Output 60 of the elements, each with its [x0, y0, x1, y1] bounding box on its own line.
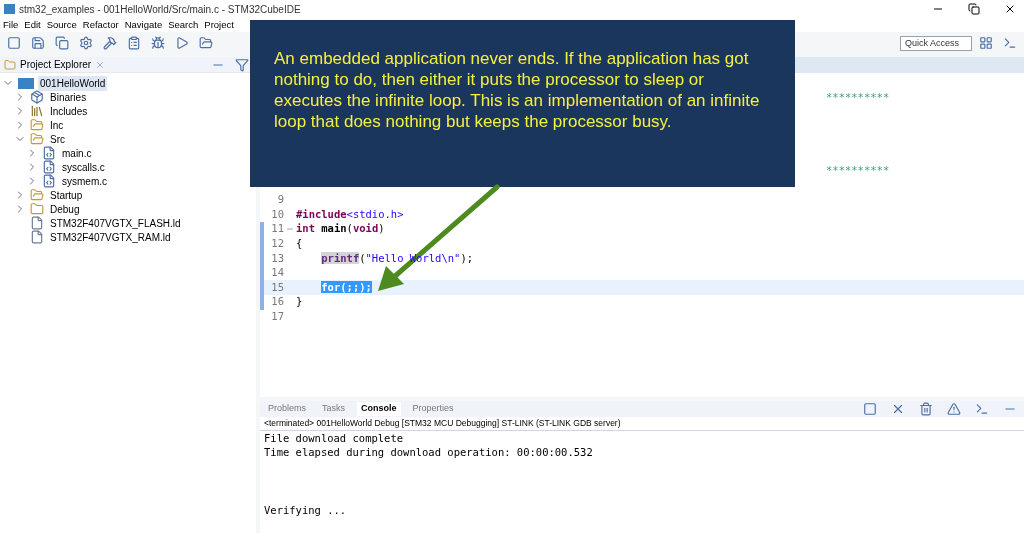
- quick-access-field[interactable]: Quick Access: [900, 35, 972, 51]
- code-line: }: [296, 294, 303, 310]
- line-number: 12: [270, 235, 285, 251]
- c-file-icon: [42, 174, 56, 188]
- menu-item[interactable]: Project: [201, 17, 237, 33]
- menu-item[interactable]: Search: [165, 17, 202, 33]
- tree-item[interactable]: syscalls.c: [60, 159, 107, 175]
- code-comment: **********: [826, 163, 890, 178]
- tree-item[interactable]: STM32F407VGTX_FLASH.ld: [48, 215, 183, 231]
- window-title: stm32_examples - 001HelloWorld/Src/main.c - STM32CubeIDE: [19, 2, 301, 17]
- tree-item[interactable]: Inc: [48, 117, 66, 133]
- line-number: 15: [270, 279, 285, 295]
- view-tab[interactable]: Tasks: [318, 402, 350, 416]
- line-number: 16: [270, 294, 285, 310]
- console-header: <terminated> 001HelloWorld Debug [STM32 MCU Debugging] ST-LINK (ST-LINK GDB server): [260, 417, 1024, 431]
- app-icon: [4, 4, 15, 14]
- menu-item[interactable]: File: [0, 17, 22, 33]
- console-line: File download complete: [264, 430, 405, 446]
- c-file-icon: [42, 146, 56, 160]
- code-line: int main(void): [296, 221, 385, 237]
- folder-icon: [4, 58, 16, 71]
- file-icon: [30, 230, 44, 244]
- view-tab[interactable]: Console: [357, 402, 401, 416]
- tree-item[interactable]: Debug: [48, 201, 82, 217]
- menu-item[interactable]: Refactor: [79, 17, 122, 33]
- menu-item[interactable]: Source: [43, 17, 80, 33]
- tree-item[interactable]: STM32F407VGTX_RAM.ld: [48, 229, 173, 245]
- file-icon: [30, 216, 44, 230]
- folder-icon: [30, 188, 44, 202]
- console-line: Time elapsed during download operation: 00:00:00.532: [264, 445, 594, 460]
- view-tab[interactable]: Properties: [408, 402, 458, 416]
- line-number: 17: [270, 308, 285, 324]
- c-file-icon: [42, 160, 56, 174]
- line-number: 13: [270, 250, 285, 266]
- line-number: 11: [270, 221, 285, 237]
- tree-item[interactable]: 001HelloWorld: [38, 75, 108, 91]
- tree-item[interactable]: Binaries: [48, 89, 89, 105]
- folder-icon: [30, 132, 44, 146]
- console-line: Verifying ...: [264, 502, 348, 518]
- tree-item[interactable]: main.c: [60, 145, 94, 161]
- folder-icon: [30, 118, 44, 132]
- folder-icon: [30, 202, 44, 216]
- menu-item[interactable]: Edit: [21, 17, 44, 33]
- tree-item[interactable]: Includes: [48, 103, 90, 119]
- code-comment: **********: [826, 90, 890, 105]
- line-number: 14: [270, 265, 285, 281]
- tree-item[interactable]: Src: [48, 131, 67, 147]
- library-icon: [30, 104, 44, 118]
- tree-item[interactable]: Startup: [48, 187, 85, 203]
- restore-icon[interactable]: [968, 3, 980, 15]
- code-line: #include<stdio.h>: [296, 206, 404, 222]
- package-icon: [30, 90, 44, 104]
- callout-text: An embedded application never ends. If the application has got nothing to do, then either it puts the processor to sleep or executes the infinite loop. This is an implementation of an infinite loop that does nothing but keeps the processor busy.: [274, 48, 761, 132]
- view-tab[interactable]: Problems: [264, 402, 310, 416]
- close-icon[interactable]: [1004, 3, 1016, 15]
- menu-item[interactable]: Navigate: [121, 17, 166, 33]
- line-number: 10: [270, 206, 285, 222]
- code-line: {: [296, 235, 303, 251]
- line-number: 9: [276, 192, 285, 208]
- tree-item[interactable]: sysmem.c: [60, 173, 109, 189]
